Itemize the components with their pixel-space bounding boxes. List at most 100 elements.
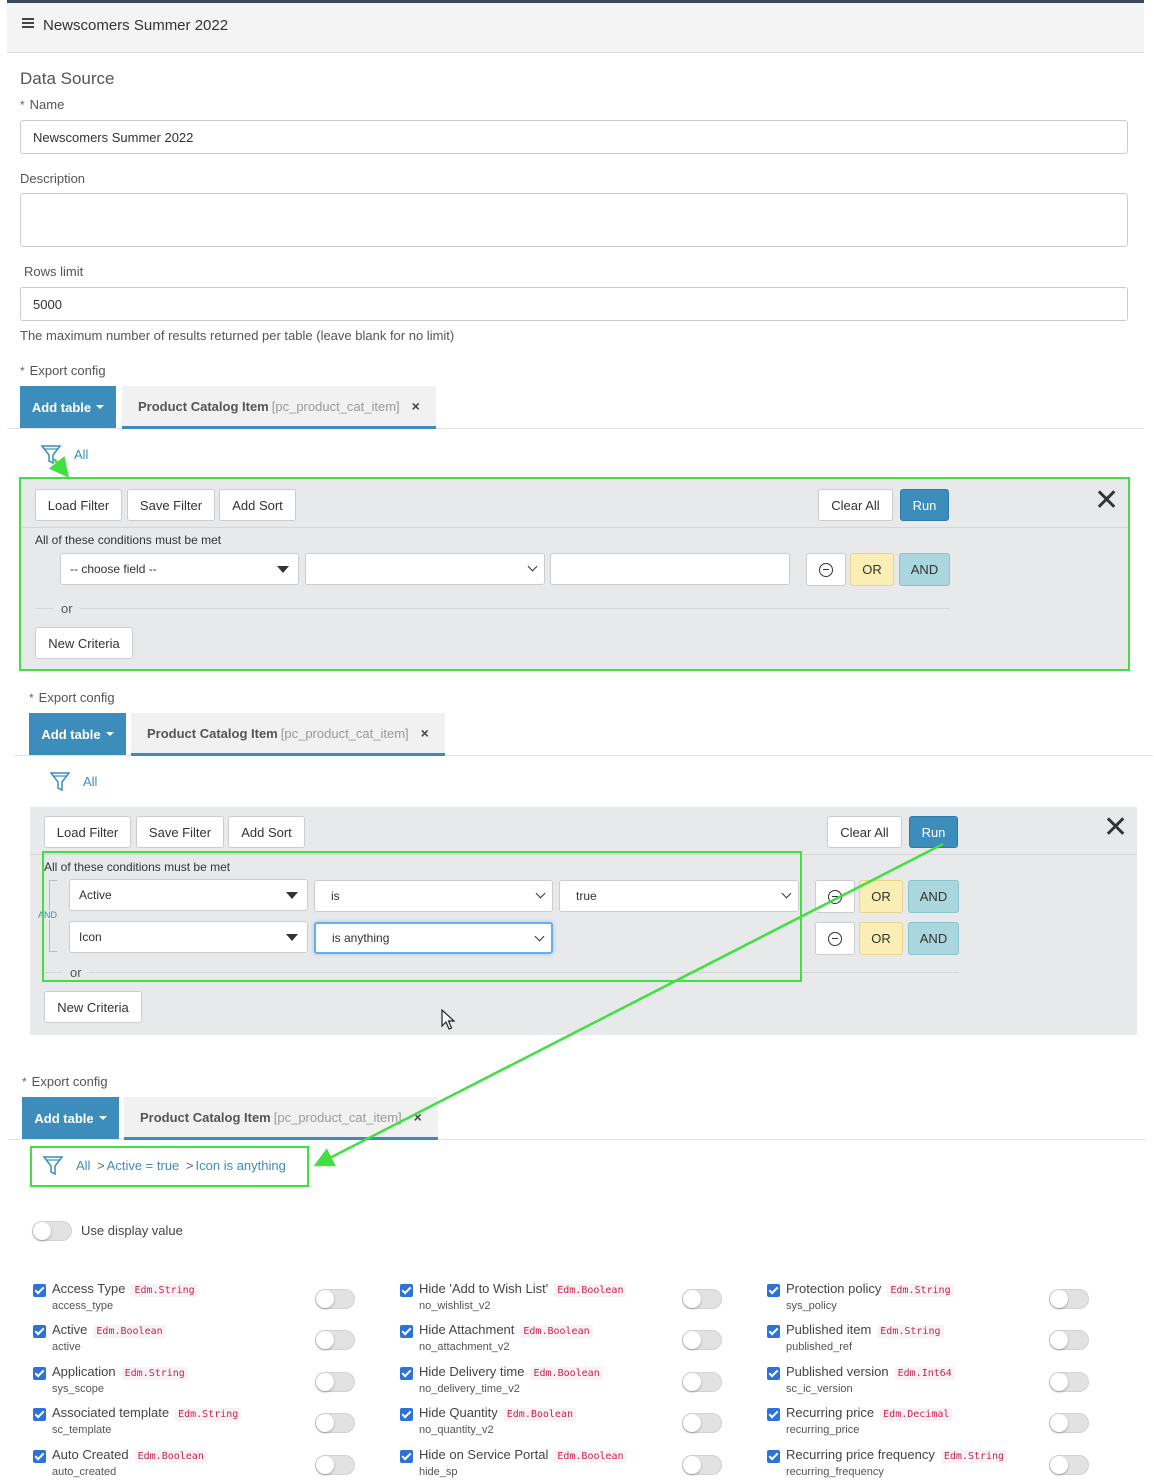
run-button-2[interactable]: Run <box>909 816 958 848</box>
description-label: Description <box>20 171 86 186</box>
annotation-box-breadcrumb <box>30 1146 309 1187</box>
field-system-name: sys_scope <box>52 1383 104 1395</box>
field-checkbox[interactable] <box>400 1325 413 1338</box>
field-checkbox[interactable] <box>33 1450 46 1463</box>
field-checkbox[interactable] <box>767 1367 780 1380</box>
rows-limit-input[interactable]: 5000 <box>20 287 1128 321</box>
field-display-toggle[interactable] <box>315 1330 355 1350</box>
field-checkbox[interactable] <box>400 1450 413 1463</box>
add-table-button-2[interactable]: Add table <box>29 713 126 755</box>
field-name: Published version <box>786 1364 889 1379</box>
field-checkbox[interactable] <box>33 1284 46 1297</box>
field-display-toggle[interactable] <box>682 1330 722 1350</box>
condition-1-or-button[interactable]: OR <box>859 880 903 913</box>
field-row-sys-scope: Application Edm.String sys_scope <box>33 1364 363 1400</box>
field-display-toggle[interactable] <box>682 1413 722 1433</box>
field-type-badge: Edm.String <box>877 1325 944 1338</box>
use-display-value-toggle[interactable] <box>32 1221 72 1241</box>
tab-product-catalog-item-3[interactable]: Product Catalog Item [pc_product_cat_item… <box>124 1097 438 1140</box>
field-name: Active <box>52 1322 88 1337</box>
close-tab-icon[interactable]: × <box>421 725 429 741</box>
field-type-badge: Edm.String <box>121 1367 188 1380</box>
field-display-toggle[interactable] <box>315 1413 355 1433</box>
tab-product-catalog-item[interactable]: Product Catalog Item [pc_product_cat_item… <box>122 386 436 429</box>
add-table-button-3[interactable]: Add table <box>22 1097 119 1139</box>
load-filter-button-2[interactable]: Load Filter <box>44 816 131 848</box>
field-display-toggle[interactable] <box>682 1289 722 1309</box>
export-config-label-3: * Export config <box>22 1074 108 1089</box>
field-title: Hide Quantity Edm.Boolean <box>419 1405 576 1421</box>
field-checkbox[interactable] <box>400 1367 413 1380</box>
field-type-badge: Edm.Boolean <box>134 1450 207 1463</box>
filter-breadcrumb-all[interactable]: All <box>74 447 88 462</box>
field-row-hide-sp: Hide on Service Portal Edm.Boolean hide_sp <box>400 1447 730 1483</box>
condition-1-and-button[interactable]: AND <box>908 880 959 913</box>
new-criteria-button-2[interactable]: New Criteria <box>44 991 142 1023</box>
field-name: Recurring price <box>786 1405 875 1420</box>
field-checkbox[interactable] <box>767 1325 780 1338</box>
field-system-name: access_type <box>52 1300 114 1312</box>
close-tab-icon[interactable]: × <box>414 1109 422 1125</box>
description-textarea[interactable] <box>20 193 1128 247</box>
close-tab-icon[interactable]: × <box>412 398 420 414</box>
export-config-label-2: * Export config <box>29 690 115 705</box>
condition-2-remove-button[interactable] <box>815 922 855 955</box>
field-display-toggle[interactable] <box>315 1372 355 1392</box>
field-title: Hide Delivery time Edm.Boolean <box>419 1364 603 1380</box>
field-system-name: no_quantity_v2 <box>419 1424 494 1436</box>
field-row-recurring-frequency: Recurring price frequency Edm.String recur… <box>767 1447 1097 1483</box>
field-display-toggle[interactable] <box>1049 1372 1089 1392</box>
condition-1-remove-button[interactable] <box>815 880 855 913</box>
add-table-button[interactable]: Add table <box>20 386 116 428</box>
filter-funnel-icon[interactable] <box>49 771 71 793</box>
tab-product-catalog-item-2[interactable]: Product Catalog Item [pc_product_cat_item… <box>131 713 445 756</box>
field-row-published-ref: Published item Edm.String published_ref <box>767 1322 1097 1358</box>
field-title: Active Edm.Boolean <box>52 1322 166 1338</box>
minus-circle-icon <box>828 931 842 946</box>
name-input[interactable]: Newscomers Summer 2022 <box>20 120 1128 154</box>
field-system-name: active <box>52 1341 81 1353</box>
field-name: Hide Delivery time <box>419 1364 525 1379</box>
field-row-recurring-price: Recurring price Edm.Decimal recurring_pric… <box>767 1405 1097 1441</box>
field-title: Published version Edm.Int64 <box>786 1364 955 1380</box>
field-type-badge: Edm.Boolean <box>554 1450 627 1463</box>
field-title: Associated template Edm.String <box>52 1405 242 1421</box>
field-name: Hide Attachment <box>419 1322 515 1337</box>
condition-2-or-button[interactable]: OR <box>859 922 903 955</box>
field-name: Recurring price frequency <box>786 1447 935 1462</box>
field-title: Application Edm.String <box>52 1364 188 1380</box>
field-row-no-attachment-v2: Hide Attachment Edm.Boolean no_attachment_… <box>400 1322 730 1358</box>
field-display-toggle[interactable] <box>682 1372 722 1392</box>
field-display-toggle[interactable] <box>315 1289 355 1309</box>
field-checkbox[interactable] <box>767 1408 780 1421</box>
field-checkbox[interactable] <box>767 1284 780 1297</box>
field-display-toggle[interactable] <box>315 1455 355 1475</box>
field-type-badge: Edm.Boolean <box>93 1325 166 1338</box>
field-display-toggle[interactable] <box>1049 1413 1089 1433</box>
field-type-badge: Edm.String <box>940 1450 1008 1463</box>
field-display-toggle[interactable] <box>1049 1455 1089 1475</box>
field-checkbox[interactable] <box>33 1325 46 1338</box>
clear-all-button-2[interactable]: Clear All <box>827 816 902 848</box>
field-system-name: published_ref <box>786 1341 853 1353</box>
hamburger-menu-icon[interactable] <box>22 18 34 30</box>
add-sort-button-2[interactable]: Add Sort <box>228 816 305 848</box>
save-filter-button-2[interactable]: Save Filter <box>136 816 224 848</box>
close-filter-icon[interactable]: ✕ <box>1103 813 1128 843</box>
field-checkbox[interactable] <box>33 1408 46 1421</box>
caret-down-icon <box>105 732 114 736</box>
field-checkbox[interactable] <box>400 1408 413 1421</box>
field-checkbox[interactable] <box>767 1450 780 1463</box>
field-name: Auto Created <box>52 1447 129 1462</box>
field-title: Recurring price frequency Edm.String <box>786 1447 1008 1463</box>
filter-funnel-icon[interactable] <box>40 444 62 466</box>
field-row-sys-policy: Protection policy Edm.String sys_policy <box>767 1281 1097 1317</box>
field-display-toggle[interactable] <box>1049 1289 1089 1309</box>
page-title: Newscomers Summer 2022 <box>43 17 229 34</box>
filter-breadcrumb-all-2[interactable]: All <box>83 774 97 789</box>
field-checkbox[interactable] <box>33 1367 46 1380</box>
condition-2-and-button[interactable]: AND <box>908 922 959 955</box>
field-display-toggle[interactable] <box>682 1455 722 1475</box>
field-checkbox[interactable] <box>400 1284 413 1297</box>
field-display-toggle[interactable] <box>1049 1330 1089 1350</box>
